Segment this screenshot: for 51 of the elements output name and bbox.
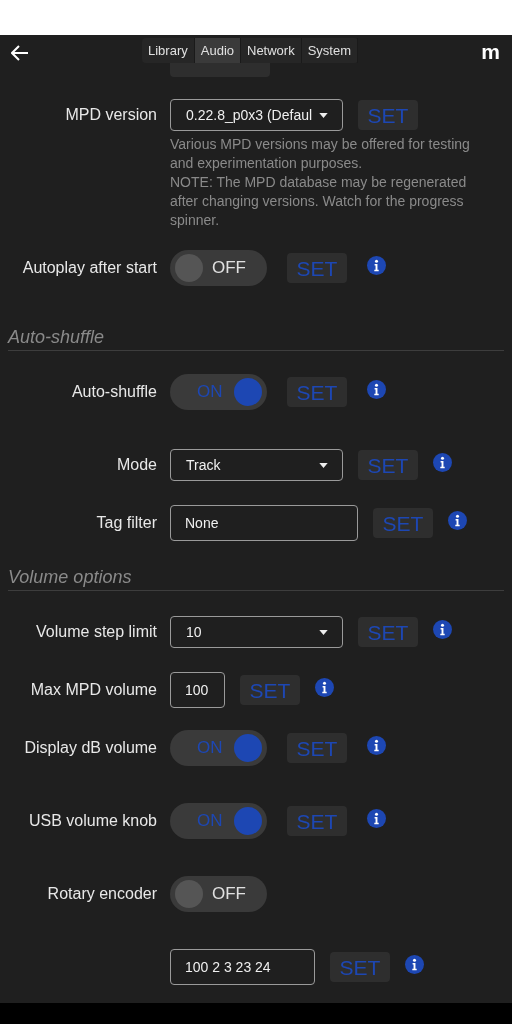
help-text: NOTE: The MPD database may be regenerated after changing versions. Watch for the progress spinner. bbox=[170, 173, 468, 230]
section-heading: Auto-shuffle bbox=[8, 328, 105, 348]
tab[interactable]: Audio bbox=[194, 38, 241, 63]
setting-label: Autoplay after start bbox=[22, 258, 157, 278]
info-icon[interactable] bbox=[433, 453, 452, 472]
text-field[interactable]: 100 2 3 23 24 bbox=[170, 949, 315, 985]
setting-label: Max MPD volume bbox=[30, 680, 157, 700]
logo: m bbox=[481, 41, 500, 62]
help-text: Various MPD versions may be offered for testing and experimentation purposes. bbox=[170, 135, 471, 173]
setting-label: USB volume knob bbox=[28, 811, 157, 831]
section-heading: Volume options bbox=[8, 568, 132, 588]
set-button[interactable]: SET bbox=[358, 617, 418, 647]
set-button[interactable]: SET bbox=[287, 253, 347, 283]
select-field[interactable]: 10 bbox=[170, 616, 343, 648]
info-icon[interactable] bbox=[315, 678, 334, 697]
set-button[interactable]: SET bbox=[287, 806, 347, 836]
set-button[interactable]: SET bbox=[287, 733, 347, 763]
info-icon[interactable] bbox=[448, 511, 467, 530]
setting-label: MPD version bbox=[65, 105, 157, 125]
setting-label: Rotary encoder bbox=[47, 884, 157, 904]
setting-label: Volume step limit bbox=[36, 622, 157, 642]
select-field[interactable]: 0.22.8_p0x3 (Defaul bbox=[170, 99, 343, 131]
set-button[interactable]: SET bbox=[240, 675, 300, 705]
caret-icon bbox=[319, 462, 328, 468]
info-icon[interactable] bbox=[433, 620, 452, 639]
info-icon[interactable] bbox=[367, 809, 386, 828]
number-field[interactable]: 100 bbox=[170, 672, 225, 708]
toggle-switch[interactable]: OFF bbox=[170, 876, 267, 912]
caret-icon bbox=[319, 629, 328, 635]
setting-label: Auto-shuffle bbox=[71, 382, 157, 402]
info-icon[interactable] bbox=[367, 736, 386, 755]
info-icon[interactable] bbox=[405, 955, 424, 974]
toggle-switch[interactable]: ON bbox=[170, 730, 267, 766]
tab[interactable]: System bbox=[301, 38, 359, 63]
set-button[interactable]: SET bbox=[358, 450, 418, 480]
info-icon[interactable] bbox=[367, 380, 386, 399]
toggle-switch[interactable]: ON bbox=[170, 374, 267, 410]
setting-label: Mode bbox=[116, 455, 157, 475]
set-button[interactable]: SET bbox=[373, 508, 433, 538]
set-button[interactable]: SET bbox=[330, 952, 390, 982]
setting-label: Tag filter bbox=[96, 513, 157, 533]
info-icon[interactable] bbox=[367, 256, 386, 275]
toggle-switch[interactable]: OFF bbox=[170, 250, 267, 286]
set-button[interactable]: SET bbox=[287, 377, 347, 407]
caret-icon bbox=[319, 112, 328, 118]
toggle-switch[interactable]: ON bbox=[170, 803, 267, 839]
set-button[interactable]: SET bbox=[358, 100, 418, 130]
text-field[interactable]: None bbox=[170, 505, 358, 541]
setting-label: Display dB volume bbox=[24, 738, 157, 758]
back-icon[interactable] bbox=[11, 45, 29, 61]
select-field[interactable]: Track bbox=[170, 449, 343, 481]
